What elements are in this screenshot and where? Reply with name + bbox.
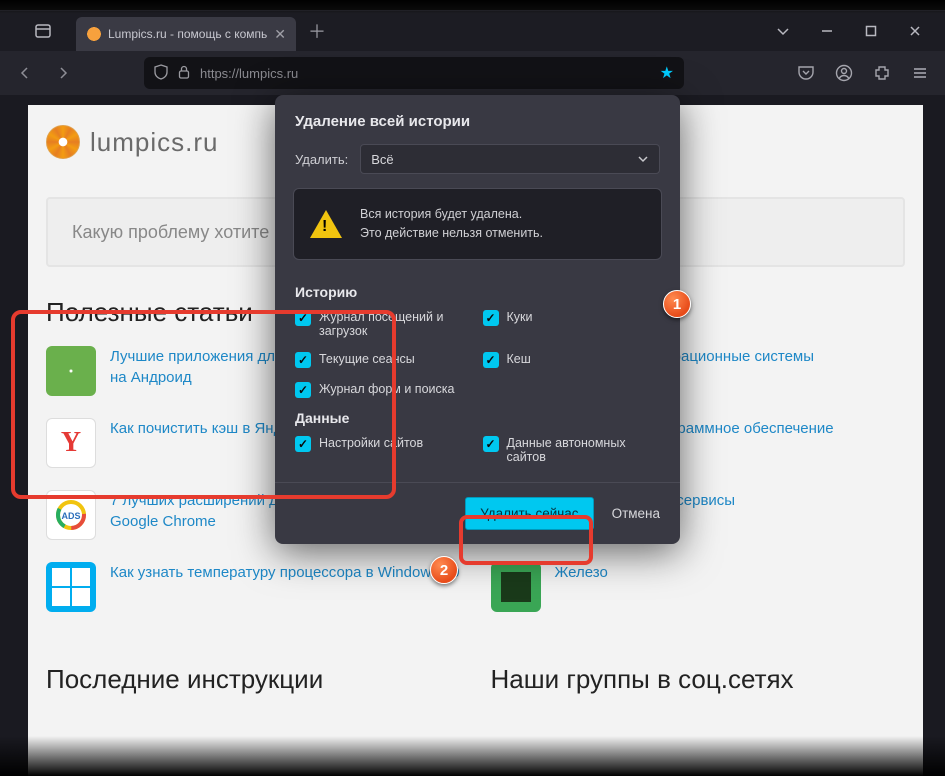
android-icon	[46, 346, 96, 396]
group-title-data: Данные	[295, 410, 660, 426]
tabs-dropdown-icon[interactable]	[761, 11, 805, 51]
window-close-button[interactable]	[893, 11, 937, 51]
clear-history-dialog: Удаление всей истории Удалить: Всё Вся и…	[275, 95, 680, 544]
lock-icon[interactable]	[178, 65, 190, 82]
checkbox-offline-data[interactable]: ✓Данные автономных сайтов	[483, 436, 661, 464]
dialog-footer: Удалить сейчас Отмена	[275, 482, 680, 544]
article-link[interactable]: Как узнать температуру процессора в Wind…	[110, 562, 460, 583]
window-maximize-button[interactable]	[849, 11, 893, 51]
check-icon: ✓	[483, 436, 499, 452]
toolbar: https://lumpics.ru ★	[0, 51, 945, 95]
windows-icon	[46, 562, 96, 612]
pocket-icon[interactable]	[791, 58, 821, 88]
check-icon: ✓	[295, 352, 311, 368]
yandex-icon: Y	[46, 418, 96, 468]
menu-icon[interactable]	[905, 58, 935, 88]
article-link[interactable]: Железо	[555, 562, 608, 583]
checkbox-site-settings[interactable]: ✓Настройки сайтов	[295, 436, 473, 464]
cancel-button[interactable]: Отмена	[612, 506, 660, 521]
section-title-social: Наши группы в соц.сетях	[491, 664, 906, 695]
tab-close-icon[interactable]: ✕	[274, 26, 286, 43]
warning-text: Вся история будет удалена. Это действие …	[360, 205, 543, 243]
browser-tab[interactable]: Lumpics.ru - помощь с компь ✕	[76, 17, 296, 51]
warning-icon	[310, 210, 342, 238]
delete-now-button[interactable]: Удалить сейчас	[465, 497, 593, 530]
ads-icon: ADS	[46, 490, 96, 540]
shield-icon[interactable]	[154, 64, 168, 83]
section-title-latest: Последние инструкции	[46, 664, 461, 695]
check-icon: ✓	[295, 436, 311, 452]
window-minimize-button[interactable]	[805, 11, 849, 51]
titlebar: Lumpics.ru - помощь с компь ✕ ＋	[0, 11, 945, 51]
check-icon: ✓	[483, 310, 499, 326]
library-icon[interactable]	[30, 18, 56, 44]
url-text: https://lumpics.ru	[200, 66, 650, 81]
dialog-title: Удаление всей истории	[275, 95, 680, 134]
article-item: Как узнать температуру процессора в Wind…	[46, 562, 461, 612]
annotation-badge-2: 2	[430, 556, 458, 584]
checkbox-form-history[interactable]: ✓Журнал форм и поиска	[295, 382, 660, 398]
time-range-row: Удалить: Всё	[275, 134, 680, 188]
extensions-icon[interactable]	[867, 58, 897, 88]
warning-line2: Это действие нельзя отменить.	[360, 224, 543, 243]
url-bar[interactable]: https://lumpics.ru ★	[144, 57, 684, 89]
check-icon: ✓	[295, 382, 311, 398]
time-range-value: Всё	[371, 152, 393, 167]
time-range-label: Удалить:	[295, 152, 348, 167]
checkbox-active-sessions[interactable]: ✓Текущие сеансы	[295, 352, 473, 368]
check-icon: ✓	[295, 310, 311, 326]
search-placeholder: Какую проблему хотите р	[72, 222, 284, 243]
time-range-select[interactable]: Всё	[360, 144, 660, 174]
tab-title: Lumpics.ru - помощь с компь	[108, 27, 268, 41]
new-tab-button[interactable]: ＋	[296, 18, 338, 44]
article-item: Железо	[491, 562, 906, 612]
checkbox-cache[interactable]: ✓Кеш	[483, 352, 661, 368]
site-name: lumpics.ru	[90, 127, 218, 158]
warning-box: Вся история будет удалена. Это действие …	[293, 188, 662, 260]
account-icon[interactable]	[829, 58, 859, 88]
annotation-badge-1: 1	[663, 290, 691, 318]
chevron-down-icon	[637, 153, 649, 165]
history-group: Историю ✓Журнал посещений и загрузок ✓Ку…	[275, 274, 680, 400]
bookmark-star-icon[interactable]: ★	[660, 63, 674, 83]
back-button[interactable]	[10, 58, 40, 88]
tab-favicon	[86, 26, 102, 42]
group-title-history: Историю	[295, 284, 660, 300]
svg-text:ADS: ADS	[61, 511, 80, 521]
checkbox-browsing-history[interactable]: ✓Журнал посещений и загрузок	[295, 310, 473, 338]
check-icon: ✓	[483, 352, 499, 368]
data-group: Данные ✓Настройки сайтов ✓Данные автоном…	[275, 400, 680, 482]
forward-button[interactable]	[48, 58, 78, 88]
checkbox-cookies[interactable]: ✓Куки	[483, 310, 661, 338]
hardware-icon	[491, 562, 541, 612]
site-logo-icon[interactable]	[46, 125, 80, 159]
warning-line1: Вся история будет удалена.	[360, 205, 543, 224]
